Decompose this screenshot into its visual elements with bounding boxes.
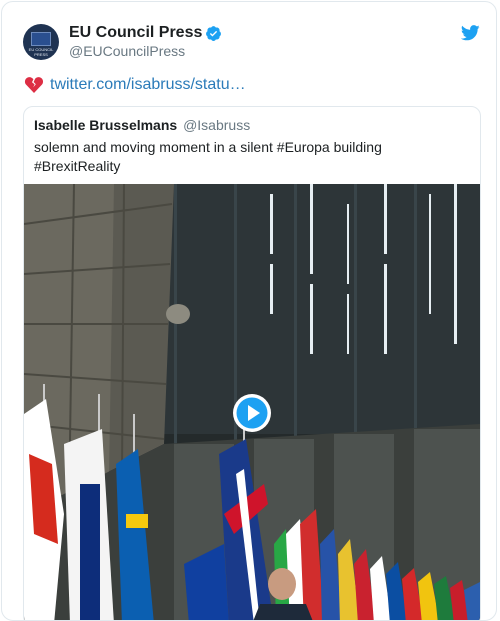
tweet-body: twitter.com/isabruss/statu… [24, 74, 246, 96]
twitter-bird-icon[interactable] [461, 25, 480, 41]
author-handle[interactable]: @EUCouncilPress [69, 43, 185, 59]
quoted-author: Isabelle Brusselmans @Isabruss [34, 117, 250, 133]
quoted-author-name: Isabelle Brusselmans [34, 117, 178, 133]
verified-badge-icon [206, 26, 221, 41]
quoted-tweet[interactable]: Isabelle Brusselmans @Isabruss solemn an… [23, 106, 481, 620]
avatar-logo-text: EU COUNCIL PRESS [28, 47, 54, 57]
quoted-author-handle: @Isabruss [183, 117, 251, 133]
play-button-icon[interactable] [232, 393, 272, 433]
video-thumbnail[interactable] [24, 184, 480, 620]
author-name[interactable]: EU Council Press [69, 24, 202, 42]
tweet-link[interactable]: twitter.com/isabruss/statu… [50, 76, 246, 94]
eu-flag-icon [31, 32, 51, 46]
quoted-tweet-text: solemn and moving moment in a silent #Eu… [34, 139, 382, 174]
avatar[interactable]: EU COUNCIL PRESS [23, 24, 59, 60]
embedded-tweet-card[interactable]: EU COUNCIL PRESS EU Council Press @EUCou… [1, 1, 497, 621]
broken-heart-icon [24, 77, 44, 93]
